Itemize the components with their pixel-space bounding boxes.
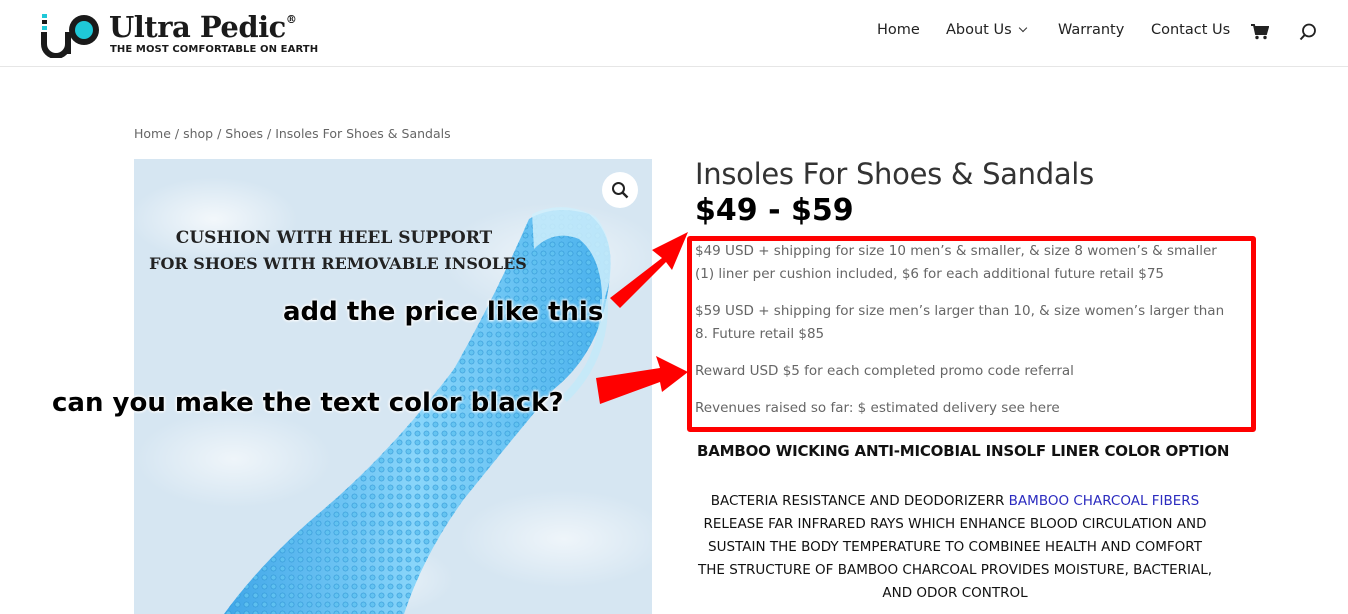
breadcrumb-separator: / — [170, 126, 184, 141]
arrow-right-icon — [596, 356, 688, 404]
cart-icon[interactable] — [1251, 24, 1269, 40]
nav-contact-us[interactable]: Contact Us — [1151, 22, 1230, 38]
feature-line: BACTERIA RESISTANCE AND DEODORIZERR BAMB… — [690, 490, 1220, 513]
nav-about-us-label: About Us — [946, 22, 1012, 38]
breadcrumb-category[interactable]: Shoes — [225, 126, 263, 141]
breadcrumb-shop[interactable]: shop — [183, 126, 213, 141]
chevron-down-icon — [1018, 23, 1027, 33]
feature-text: BACTERIA RESISTANCE AND DEODORIZERR BAMB… — [690, 490, 1220, 605]
bamboo-charcoal-link[interactable]: BAMBOO CHARCOAL FIBERS — [1009, 493, 1200, 509]
annotation-note-price: add the price like this — [283, 297, 604, 327]
search-icon[interactable] — [1299, 23, 1317, 41]
breadcrumb-separator: / — [263, 126, 276, 141]
arrow-right-up-icon — [610, 232, 688, 308]
breadcrumb-current: Insoles For Shoes & Sandals — [275, 126, 451, 141]
feature-line: RELEASE FAR INFRARED RAYS WHICH ENHANCE … — [703, 516, 1207, 532]
image-caption-line1: CUSHION WITH HEEL SUPPORT — [175, 228, 493, 248]
color-option-heading: BAMBOO WICKING ANTI-MICOBIAL INSOLF LINE… — [697, 442, 1230, 460]
product-price: $49 - $59 — [695, 193, 854, 228]
feature-line-text: BACTERIA RESISTANCE AND DEODORIZERR — [710, 493, 1009, 509]
nav-home[interactable]: Home — [877, 22, 920, 38]
feature-line: SUSTAIN THE BODY TEMPERATURE TO COMBINEE… — [708, 539, 1202, 555]
annotation-arrows — [596, 232, 688, 404]
product-image[interactable]: CUSHION WITH HEEL SUPPORT FOR SHOES WITH… — [134, 159, 652, 614]
logo-tagline: THE MOST COMFORTABLE ON EARTH — [110, 44, 319, 55]
feature-line: THE STRUCTURE OF BAMBOO CHARCOAL PROVIDE… — [697, 562, 1213, 578]
image-caption-line2: FOR SHOES WITH REMOVABLE INSOLES — [149, 254, 527, 273]
breadcrumb: Home / shop / Shoes / Insoles For Shoes … — [134, 126, 451, 141]
zoom-button[interactable] — [602, 172, 638, 208]
breadcrumb-separator: / — [213, 126, 226, 141]
annotation-highlight-box — [687, 236, 1256, 432]
feature-line: AND ODOR CONTROL — [882, 585, 1028, 601]
site-logo[interactable]: Ultra Pedic® THE MOST COMFORTABLE ON EAR… — [40, 8, 330, 60]
product-title: Insoles For Shoes & Sandals — [695, 157, 1094, 191]
logo-mark-icon — [41, 14, 99, 58]
site-header: Ultra Pedic® THE MOST COMFORTABLE ON EAR… — [0, 0, 1348, 67]
nav-about-us[interactable]: About Us — [946, 22, 1027, 38]
annotation-note-color: can you make the text color black? — [52, 388, 564, 418]
breadcrumb-home[interactable]: Home — [134, 126, 171, 141]
nav-warranty[interactable]: Warranty — [1058, 22, 1124, 38]
logo-title: Ultra Pedic® — [109, 10, 297, 44]
magnifier-icon — [612, 182, 629, 199]
